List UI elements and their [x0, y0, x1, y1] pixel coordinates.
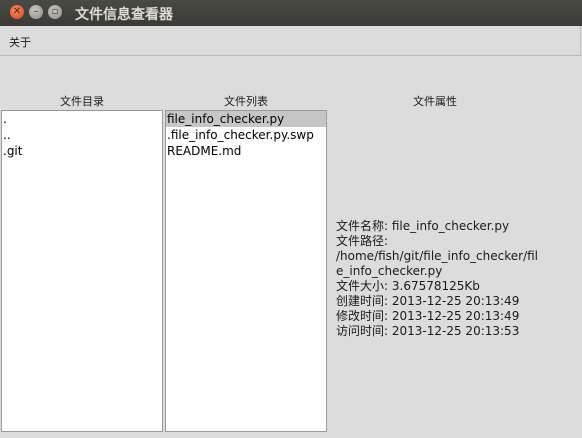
directory-list-item[interactable]: .. [2, 127, 162, 143]
file-size-label: 文件大小: [336, 279, 389, 293]
file-path-value-line2: e_info_checker.py [336, 264, 443, 278]
created-time-row: 创建时间: 2013-12-25 20:13:49 [336, 294, 546, 309]
title-bar: ✕ – ▫ 文件信息查看器 [0, 0, 582, 26]
accessed-time-label: 访问时间: [336, 324, 389, 338]
properties-label: 文件属性 [413, 95, 457, 108]
created-time-label: 创建时间: [336, 294, 389, 308]
directory-list-item[interactable]: . [2, 111, 162, 127]
minimize-icon: – [33, 6, 39, 17]
file-list-item[interactable]: README.md [166, 143, 326, 159]
file-size-row: 文件大小: 3.67578125Kb [336, 279, 546, 294]
maximize-window-button[interactable]: ▫ [48, 5, 62, 19]
close-icon: ✕ [12, 6, 22, 17]
file-list-item-selected[interactable]: file_info_checker.py [166, 111, 326, 127]
modified-time-row: 修改时间: 2013-12-25 20:13:49 [336, 309, 546, 324]
file-list-label: 文件列表 [224, 95, 268, 108]
file-listbox[interactable]: file_info_checker.py .file_info_checker.… [165, 110, 327, 432]
maximize-icon: ▫ [51, 6, 59, 17]
file-list-item[interactable]: .file_info_checker.py.swp [166, 127, 326, 143]
modified-time-label: 修改时间: [336, 309, 389, 323]
close-window-button[interactable]: ✕ [10, 5, 24, 19]
directory-listbox[interactable]: . .. .git [1, 110, 163, 432]
menu-about[interactable]: 关于 [9, 34, 31, 50]
file-name-row: 文件名称: file_info_checker.py [336, 219, 546, 234]
minimize-window-button[interactable]: – [29, 5, 43, 19]
file-path-label: 文件路径: [336, 234, 389, 248]
directory-list-label: 文件目录 [60, 95, 104, 108]
created-time-value: 2013-12-25 20:13:49 [391, 294, 520, 308]
file-name-value: file_info_checker.py [391, 219, 510, 233]
properties-panel: 文件名称: file_info_checker.py 文件路径: /home/f… [336, 219, 546, 339]
modified-time-value: 2013-12-25 20:13:49 [391, 309, 520, 323]
file-path-value-line1: /home/fish/git/file_info_checker/fil [336, 249, 539, 263]
window-title: 文件信息查看器 [75, 7, 173, 23]
file-size-value: 3.67578125Kb [391, 279, 480, 293]
file-name-label: 文件名称: [336, 219, 389, 233]
directory-list-item[interactable]: .git [2, 143, 162, 159]
menu-bar: 关于 [0, 26, 581, 56]
accessed-time-value: 2013-12-25 20:13:53 [391, 324, 520, 338]
accessed-time-row: 访问时间: 2013-12-25 20:13:53 [336, 324, 546, 339]
